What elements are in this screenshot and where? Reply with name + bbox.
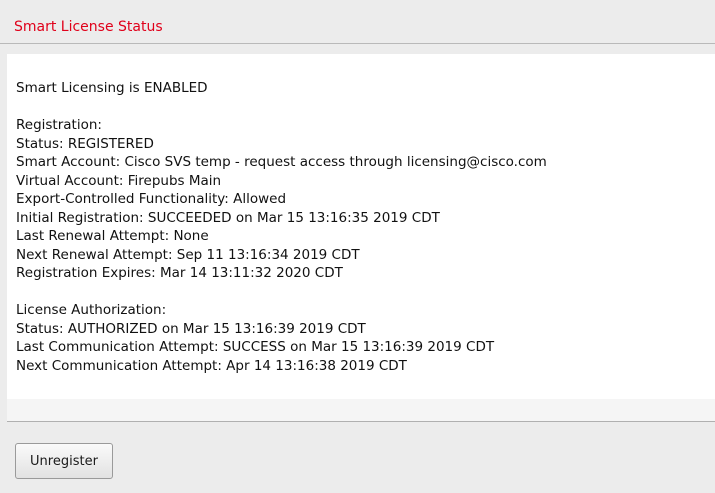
- status-line: Last Communication Attempt: SUCCESS on M…: [16, 339, 495, 355]
- status-line: Registration:: [16, 117, 102, 133]
- status-line: Last Renewal Attempt: None: [16, 228, 209, 244]
- status-line: Registration Expires: Mar 14 13:11:32 20…: [16, 265, 343, 281]
- unregister-button[interactable]: Unregister: [15, 443, 113, 479]
- status-line: Next Communication Attempt: Apr 14 13:16…: [16, 357, 407, 374]
- status-line: Smart Account: Cisco SVS temp - request …: [16, 154, 547, 170]
- panel-title: Smart License Status: [14, 19, 163, 35]
- status-line: Next Renewal Attempt: Sep 11 13:16:34 20…: [16, 246, 360, 263]
- status-line: Smart Licensing is ENABLED: [16, 80, 208, 96]
- panel-header: Smart License Status: [0, 8, 715, 44]
- status-line: Export-Controlled Functionality: Allowed: [16, 191, 287, 207]
- license-status-text: Smart Licensing is ENABLED Registration:…: [16, 79, 711, 375]
- license-status-textarea[interactable]: Smart Licensing is ENABLED Registration:…: [7, 54, 715, 399]
- status-line: Status: AUTHORIZED on Mar 15 13:16:39 20…: [16, 320, 366, 337]
- status-line: Status: REGISTERED: [16, 135, 154, 152]
- status-line: License Authorization:: [16, 302, 167, 318]
- smart-license-panel: Smart License Status Smart Licensing is …: [0, 0, 715, 493]
- textarea-bottom-strip: [7, 399, 715, 422]
- status-line: Initial Registration: SUCCEEDED on Mar 1…: [16, 209, 440, 226]
- status-line: Virtual Account: Firepubs Main: [16, 172, 222, 189]
